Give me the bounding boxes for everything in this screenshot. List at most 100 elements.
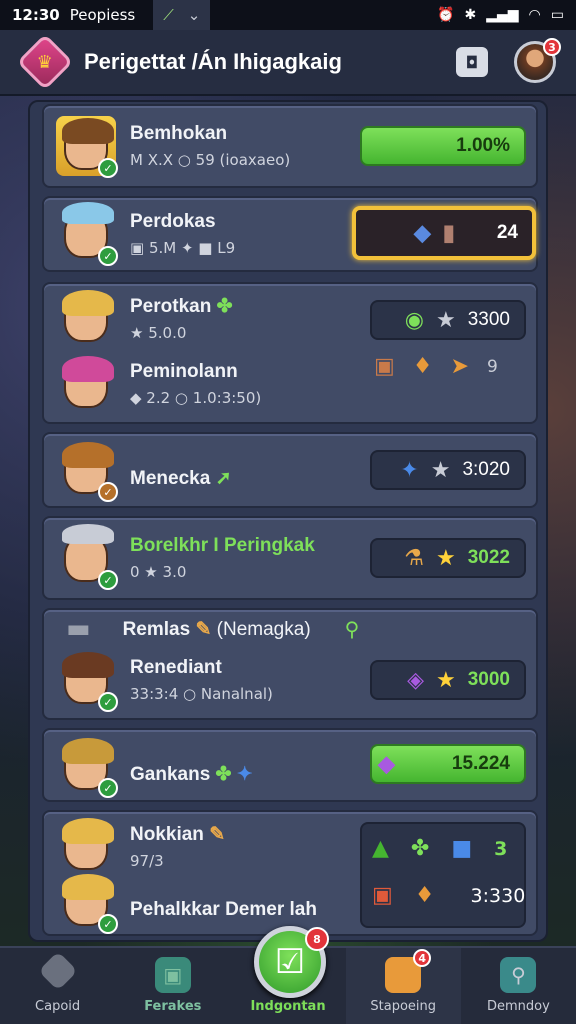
check-icon: ✓ [98,692,118,712]
crystal-icon: ✦ [400,457,419,482]
flame-icon: ♦ [412,354,433,379]
player-name: Perotkan ✤ [130,295,233,317]
top-bar: ♛ Perigettat /Án Ihigagkaig ◘ 3 [0,30,576,96]
player-stats: 33:3:4 ○ Nanalnal) [130,685,273,703]
player-stats: ★ 5.0.0 [130,323,187,342]
leaderboard-card[interactable]: ✓ Gankans ✤ ✦ ◆ 15.224 [42,728,538,802]
bag-icon: ▣ [154,957,191,993]
scroll-icon: ▮ [442,220,455,245]
arrow-icon: ➚ [215,467,232,489]
gem-icon: ◆ [413,220,431,245]
clover-icon: ✤ [410,836,430,861]
wifi-icon: ◠ [528,7,541,23]
reward-count: 3 [494,837,508,860]
leaderboard-card[interactable]: Perotkan ✤ ★ 5.0.0 ◉ ★ 3300 Peminolann ◆… [42,282,538,424]
player-stats: 0 ★ 3.0 [130,563,187,581]
nav-item-stapoeing[interactable]: 4 Stapoeing [345,948,461,1024]
score-value: 1.00% [456,135,510,156]
player-name: Nokkian ✎ [130,823,226,845]
star-icon: ★ [435,307,456,332]
score-value: 15.224 [451,753,510,774]
score-value: 3022 [467,547,510,568]
leaderboard-panel: ✓ Bemhokan M X.X ○ 59 (ioaxaeo) 1.00% ✓ … [28,100,548,942]
score-bar: ⚗ ★ 3022 [370,538,526,578]
shield-icon [37,951,78,991]
player-name: Remlas ✎ (Nemagka) [122,618,311,640]
score-bar: ✦ ★ 3:020 [370,450,526,490]
score-value: 3:020 [462,459,510,480]
chevron-down-icon: ⌄ [187,6,201,24]
reward-value: 3:330 [470,884,526,907]
reward-box[interactable]: ◆ ▮ 24 [352,206,536,260]
clover-icon: ✤ [215,763,232,785]
player-avatar: ✓ [56,872,118,934]
camera-button[interactable]: ◘ [456,47,488,77]
badge-icon: ✓ [98,482,118,502]
nav-item-capoid[interactable]: Capoid [0,948,115,1024]
leaderboard-card[interactable]: ▬ Remlas ✎ (Nemagka) ⚲ ✓ Renediant 33:3:… [42,608,538,720]
feather-icon: ✎ [195,618,212,640]
score-bar: 1.00% [360,126,526,166]
leaderboard-card[interactable]: Nokkian ✎ 97/3 ✓ Pehalkkar Demer lah ▲ ✤… [42,810,538,936]
star-icon: ★ [435,667,456,692]
leaderboard-card[interactable]: ✓ Bemhokan M X.X ○ 59 (ioaxaeo) 1.00% [42,104,538,188]
status-bar: 12:30 Peopiess ⟋ ⌄ ⏰ ✱ ▂▄▆ ◠ ▭ [0,0,576,30]
player-stats: ▣ 5.M ✦ ■ L9 [130,239,236,257]
camera-icon: ◘ [465,52,479,72]
player-name: Pehalkkar Demer lah [130,899,317,920]
nav-item-demndoy[interactable]: ⚲ Demndoy [461,948,576,1024]
player-name: Gankans ✤ ✦ [130,763,253,785]
leaf-icon: ⚲ [344,617,360,641]
status-tab[interactable]: ⟋ ⌄ [153,0,211,30]
item-icons: ▣ ♦ ➤ 9 [374,354,498,379]
leaderboard-card[interactable]: ✓ Perdokas ▣ 5.M ✦ ■ L9 ◆ ▮ 24 [42,196,538,272]
chest-icon: ▣ [374,354,395,379]
star-icon: ★ [435,545,456,570]
anvil-icon: ▬ [66,614,91,644]
score-value: 3300 [467,309,510,330]
player-avatar [56,288,116,348]
player-avatar: ✓ [56,736,118,798]
center-action-button[interactable]: ☑ 8 [254,926,329,998]
app-logo[interactable]: ♛ [16,33,74,91]
item-count: 9 [486,356,498,377]
player-name: Perdokas [130,211,216,232]
reward-value: 24 [496,222,518,243]
leaderboard-card[interactable]: ✓ Borelkhr I Peringkak 0 ★ 3.0 ⚗ ★ 3022 [42,516,538,600]
status-icons: ⏰ ✱ ▂▄▆ ◠ ▭ [437,7,564,23]
score-value: 3000 [467,669,510,690]
score-bar: ◆ 15.224 [370,744,526,784]
nav-label: Demndoy [487,999,550,1014]
player-avatar: ✓ [56,116,118,178]
notification-badge: 4 [413,949,432,967]
player-avatar: ✓ [56,440,118,502]
leaderboard-card[interactable]: ✓ Menecka ➚ ✦ ★ 3:020 [42,432,538,508]
player-avatar [56,354,116,414]
map-icon: ⚲ [500,957,537,993]
chest-icon: ▣ [372,883,393,908]
profile-avatar[interactable]: 3 [514,38,561,83]
status-app-name: Peopiess [69,6,136,24]
potion-icon: ⚗ [404,545,424,570]
pen-icon: ⟋ [163,6,174,24]
check-icon: ✓ [98,914,118,934]
crown-icon: ♛ [36,51,54,73]
player-avatar: ✓ [56,202,118,266]
nav-item-ferakes[interactable]: ▣ Ferakes [115,948,230,1024]
alarm-icon: ⏰ [437,7,455,23]
nav-label: Ferakes [144,999,202,1014]
rewards-box[interactable]: ▲ ✤ ■ 3 ▣ ♦ 3:330 [360,822,526,928]
status-time: 12:30 [12,6,60,24]
potion-icon: ◆ [378,751,395,776]
leaf-icon: ✤ [216,295,233,317]
scroll-icon: ✎ [209,823,226,845]
player-avatar: ✓ [56,524,118,590]
signal-icon: ▂▄▆ [486,7,519,23]
score-bar: ◉ ★ 3300 [370,300,526,340]
medal-icon: ◉ [404,307,424,332]
bluetooth-icon: ✱ [464,7,477,23]
flame-icon: ♦ [414,883,435,908]
check-icon: ✓ [98,778,118,798]
check-icon: ✓ [98,158,118,178]
player-name: Peminolann [130,361,238,382]
